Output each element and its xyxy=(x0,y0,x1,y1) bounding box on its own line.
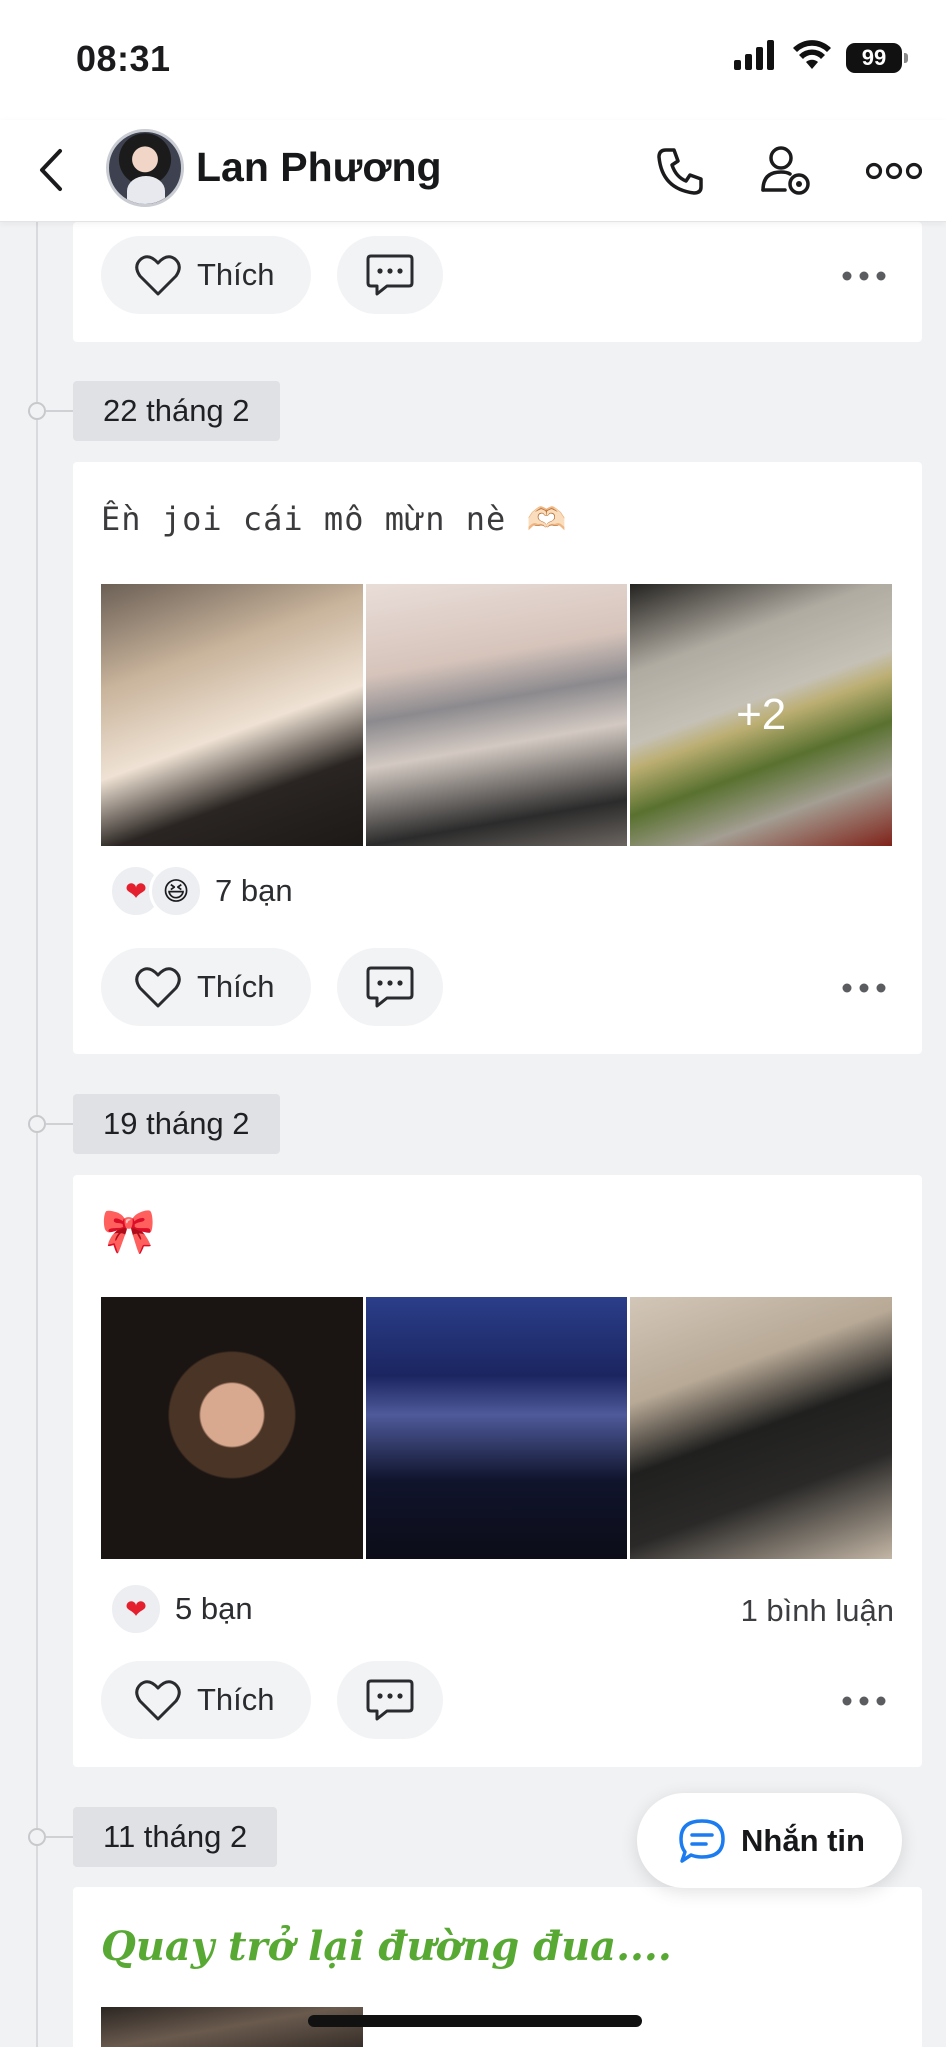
status-time: 08:31 xyxy=(76,38,171,79)
cellular-signal-icon xyxy=(734,40,778,75)
heart-reaction-icon: ❤ xyxy=(109,1582,163,1636)
post-text: Ền joi cái mô mừn nè 🫶🏻 xyxy=(101,500,568,538)
status-bar: 08:31 99 xyxy=(0,0,946,120)
reaction-count: 5 bạn xyxy=(175,1591,253,1626)
wifi-icon xyxy=(792,40,832,75)
contact-settings-button[interactable] xyxy=(756,142,816,200)
message-button-label: Nhắn tin xyxy=(741,1822,865,1858)
post-photo[interactable] xyxy=(101,584,363,846)
post-more-button[interactable] xyxy=(840,258,888,294)
photo-grid: +2 xyxy=(101,584,893,846)
post-photo[interactable] xyxy=(101,1297,363,1559)
heart-outline-icon xyxy=(135,255,181,296)
comment-button[interactable] xyxy=(337,1661,443,1739)
post-more-button[interactable] xyxy=(840,1683,888,1719)
timeline-dot xyxy=(28,1115,76,1133)
chevron-left-icon xyxy=(40,149,62,191)
post-more-button[interactable] xyxy=(840,970,888,1006)
post-photo[interactable]: +2 xyxy=(630,584,893,846)
horizontal-dots-icon xyxy=(842,983,886,993)
photo-grid xyxy=(101,1297,893,1559)
more-options-button[interactable] xyxy=(864,142,924,200)
reaction-summary[interactable]: ❤ 😆 7 bạn xyxy=(109,864,293,918)
laugh-reaction-icon: 😆 xyxy=(149,864,203,918)
comment-button[interactable] xyxy=(337,236,443,314)
user-settings-icon xyxy=(761,146,810,195)
heart-outline-icon xyxy=(135,1680,181,1721)
like-button[interactable]: Thích xyxy=(101,236,311,314)
timeline-dot xyxy=(28,402,76,420)
comment-count[interactable]: 1 bình luận xyxy=(741,1593,894,1629)
comment-button[interactable] xyxy=(337,948,443,1026)
post-card: 🎀 ❤ 5 bạn 1 bình luận Thích xyxy=(73,1175,922,1767)
timeline-line xyxy=(36,222,38,2047)
phone-icon xyxy=(657,148,703,195)
timeline-dot xyxy=(28,1828,76,1846)
date-chip: 19 tháng 2 xyxy=(73,1094,280,1154)
battery-indicator: 99 xyxy=(846,42,908,73)
post-actions: Thích xyxy=(101,1661,894,1739)
back-button[interactable] xyxy=(28,144,74,196)
post-actions: Thích xyxy=(101,236,894,314)
call-button[interactable] xyxy=(650,142,710,200)
like-label: Thích xyxy=(197,1682,275,1717)
like-button[interactable]: Thích xyxy=(101,1661,311,1739)
date-chip: 11 tháng 2 xyxy=(73,1807,278,1867)
reaction-count: 7 bạn xyxy=(215,873,293,908)
more-dots-icon xyxy=(866,162,922,180)
post-card-partial: Thích xyxy=(73,222,922,342)
like-label: Thích xyxy=(197,969,275,1004)
message-button[interactable]: Nhắn tin xyxy=(637,1793,902,1888)
chat-bubble-icon xyxy=(679,1818,725,1863)
date-chip: 22 tháng 2 xyxy=(73,381,280,441)
status-icons: 99 xyxy=(734,40,908,75)
avatar[interactable] xyxy=(106,129,184,207)
chat-header: Lan Phương xyxy=(0,120,946,222)
more-photos-count: +2 xyxy=(630,584,893,846)
post-photo[interactable] xyxy=(101,2007,363,2047)
comment-icon xyxy=(366,966,414,1008)
comment-icon xyxy=(366,1679,414,1721)
post-text: 🎀 xyxy=(101,1206,157,1257)
comment-icon xyxy=(366,254,414,296)
horizontal-dots-icon xyxy=(842,271,886,281)
heart-outline-icon xyxy=(135,967,181,1008)
post-photo[interactable] xyxy=(365,584,628,846)
post-title: Quay trở lại đường đua.... xyxy=(101,1923,672,1970)
horizontal-dots-icon xyxy=(842,1696,886,1706)
contact-name[interactable]: Lan Phương xyxy=(196,144,442,191)
reaction-summary[interactable]: ❤ 5 bạn xyxy=(109,1582,253,1636)
like-button[interactable]: Thích xyxy=(101,948,311,1026)
post-photo[interactable] xyxy=(365,1297,628,1559)
like-label: Thích xyxy=(197,257,275,292)
post-photo[interactable] xyxy=(630,1297,893,1559)
post-card: Ền joi cái mô mừn nè 🫶🏻 +2 ❤ 😆 7 bạn Thí… xyxy=(73,462,922,1054)
post-actions: Thích xyxy=(101,948,894,1026)
home-indicator xyxy=(308,2015,642,2027)
